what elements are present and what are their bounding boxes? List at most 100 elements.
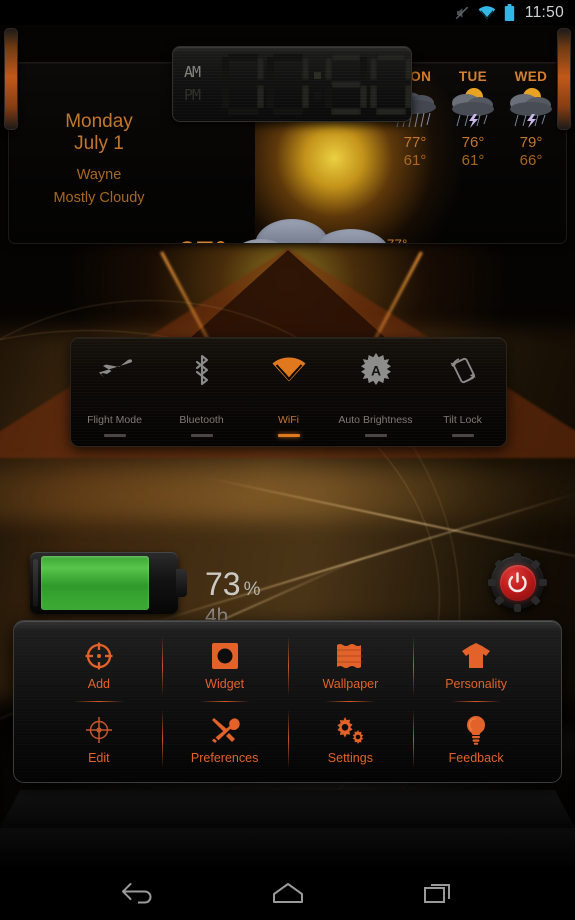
toggle-label: Auto Brightness [338,414,413,426]
battery-percent-value: 73 [205,566,241,602]
battery-body [30,552,187,614]
clock-digit [324,52,368,118]
widget-square-icon [211,640,239,672]
svg-text:A: A [370,363,380,379]
sun-behind-cloud-icon [229,213,409,243]
forecast-low: 61° [403,152,427,169]
tshirt-icon [461,640,491,672]
toggle-indicator [103,434,126,437]
bluetooth-icon [190,352,214,388]
forecast-low: 66° [519,152,543,169]
percent-symbol: % [243,579,261,600]
toggle-indicator [451,434,474,437]
forecast-low: 61° [461,152,485,169]
drag-handle-right[interactable] [557,28,571,130]
clock-digit [369,52,411,118]
menu-item-label: Wallpaper [322,677,379,692]
menu-grid: Add Widget Wallpaper Personality Edit Pr… [14,621,561,782]
dock-shelf-top [0,790,575,828]
clock-colon [311,52,323,118]
menu-item-add[interactable]: Add [36,629,162,703]
sun-thunderstorm-icon [446,88,500,130]
power-button[interactable] [488,553,547,612]
toggle-label: Flight Mode [87,414,142,426]
navigation-bar [0,865,575,920]
recents-icon[interactable] [414,873,462,913]
menu-item-personality[interactable]: Personality [413,629,539,703]
quick-toggles-panel: Flight Mode Bluetooth WiFi A Auto Bright… [70,337,507,447]
forecast-high: 79° [519,134,543,151]
clock-digit [266,52,310,118]
clock-am-label: AM [184,63,201,81]
toggle-auto-brightness[interactable]: A Auto Brightness [332,338,419,446]
toggle-tilt-lock[interactable]: Tilt Lock [419,338,506,446]
battery-terminal-left [33,559,38,607]
toggle-label: WiFi [278,414,299,426]
wallpaper-swatch-icon [335,640,365,672]
menu-item-wallpaper[interactable]: Wallpaper [287,629,414,703]
back-arrow-icon[interactable] [114,873,162,913]
menu-item-feedback[interactable]: Feedback [413,703,539,777]
clock-digits [221,52,411,118]
power-icon [499,564,536,601]
sun-thunderstorm-icon [504,88,558,130]
toggle-indicator [364,434,387,437]
weather-day: Monday [65,111,133,132]
menu-item-label: Preferences [190,750,259,765]
menu-item-label: Add [87,677,110,692]
home-icon[interactable] [264,873,312,913]
forecast-day-1: TUE 76° 61° [446,69,500,169]
menu-item-label: Settings [327,750,373,765]
tools-icon [210,714,240,746]
clock-meridiem: AM PM [184,61,218,107]
forecast-day-label: TUE [458,69,488,84]
wifi-icon [478,5,496,20]
wifi-icon [272,352,306,388]
toggle-flight-mode[interactable]: Flight Mode [71,338,158,446]
dock-shelf [0,790,575,865]
status-bar-clock: 11:50 [524,3,564,21]
toggle-wifi[interactable]: WiFi [245,338,332,446]
menu-item-label: Personality [445,677,508,692]
weather-city: Wayne [76,167,122,183]
forecast-high: 76° [461,134,485,151]
battery-fill [41,556,150,610]
menu-item-edit[interactable]: Edit [36,703,162,777]
toggle-indicator [277,434,300,437]
digital-clock-widget[interactable]: AM PM [172,46,412,122]
lightbulb-icon [464,714,488,746]
forecast-strip: MON 77° 61° TUE 76° 61° WED 79° 66° [388,69,558,169]
forecast-high: 77° [403,134,427,151]
battery-percent: 73% [205,568,261,606]
weather-date: July 1 [74,133,124,154]
menu-row-2: Edit Preferences Settings Feedback [36,703,539,777]
menu-item-preferences[interactable]: Preferences [161,703,288,777]
toggle-label: Bluetooth [179,414,224,426]
weather-info-block: Monday July 1 Wayne Mostly Cloudy [9,63,189,206]
weather-condition: Mostly Cloudy [53,190,145,206]
toggle-indicator [190,434,213,437]
menu-item-label: Edit [88,750,110,765]
dock-shelf-bottom [0,828,575,865]
auto-brightness-icon: A [359,352,393,388]
gears-icon [334,714,366,746]
forecast-day-label: WED [514,69,548,84]
clock-pm-label: PM [184,86,201,104]
menu-row-1: Add Widget Wallpaper Personality [36,629,539,703]
status-bar[interactable]: 11:50 [0,0,575,25]
clock-digit [221,52,265,118]
weather-current-temp: 67° [177,237,227,243]
toggle-label: Tilt Lock [443,414,482,426]
menu-item-label: Widget [205,677,245,692]
menu-item-settings[interactable]: Settings [287,703,414,777]
menu-item-widget[interactable]: Widget [161,629,288,703]
airplane-icon [98,352,132,388]
menu-item-label: Feedback [448,750,504,765]
toggle-bluetooth[interactable]: Bluetooth [158,338,245,446]
forecast-day-2: WED 79° 66° [504,69,558,169]
drag-handle-left[interactable] [4,28,18,130]
vibrate-muted-icon [454,5,470,21]
battery-icon [504,4,515,21]
battery-widget[interactable]: 73% 4h 50 [30,552,261,652]
crosshair-outline-icon [84,714,114,746]
